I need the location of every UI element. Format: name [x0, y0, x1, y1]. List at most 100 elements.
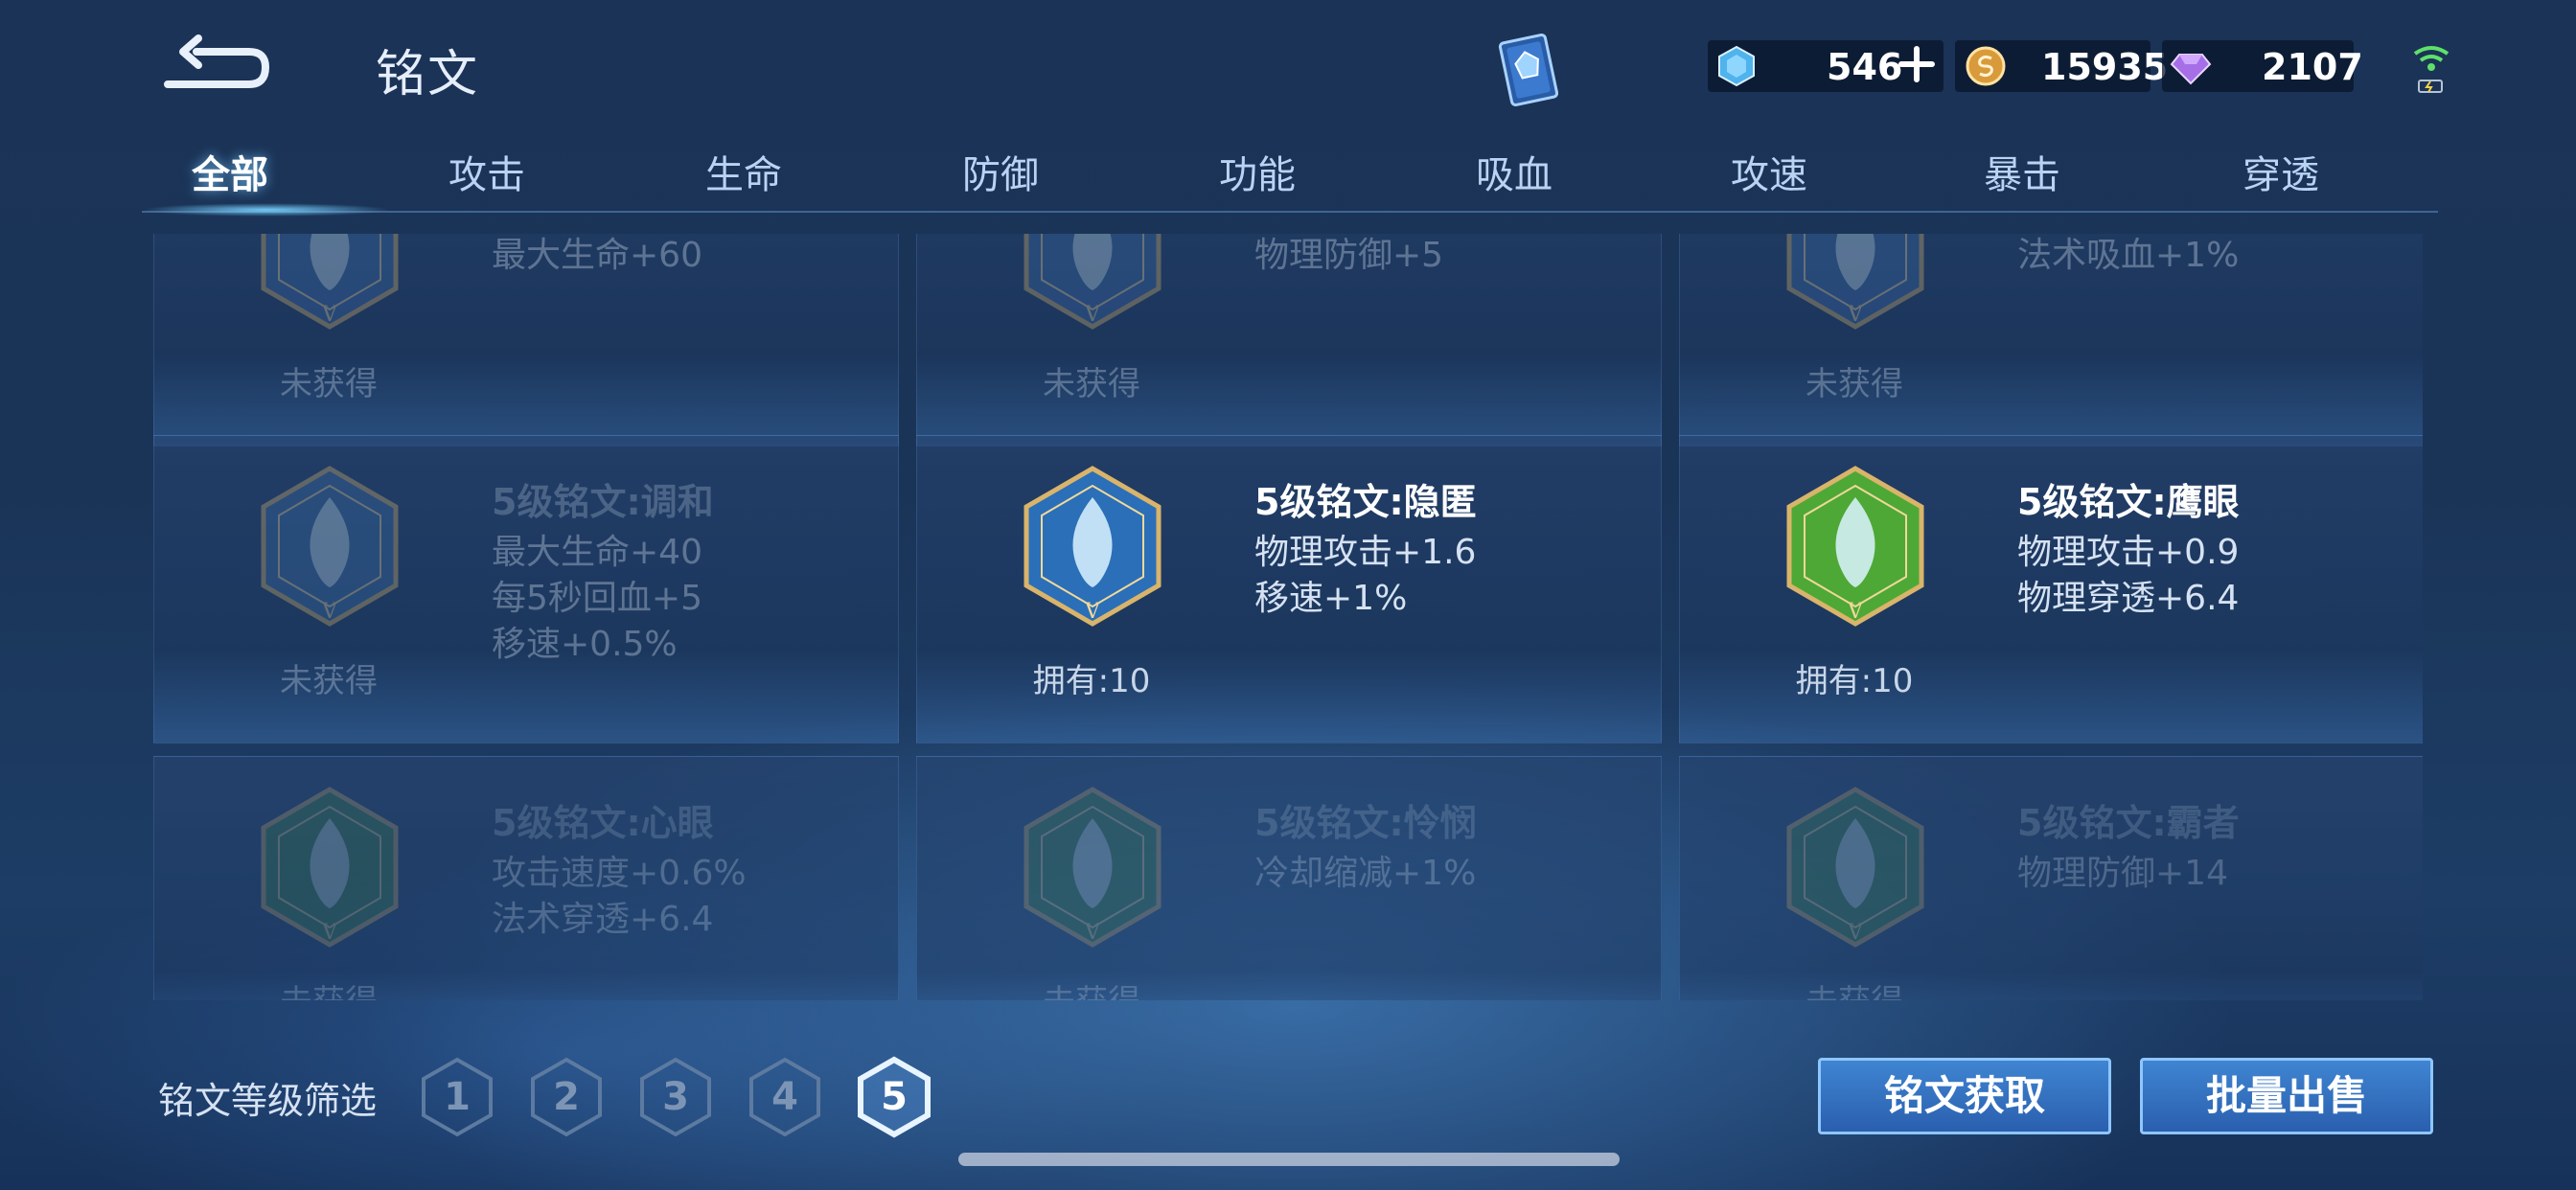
inscription-stat: 最大生命+40 — [492, 533, 702, 572]
level-filter-number: 3 — [662, 1075, 689, 1119]
category-tabs: 全部 攻击 生命 防御 功能 吸血 攻速 暴击 穿透 — [153, 144, 2453, 220]
gold-coin-icon — [1965, 45, 2007, 87]
inscription-owned-count: 未获得 — [1043, 365, 1140, 403]
inscription-card-content: V 法术吸血+1% 未获得 — [1680, 234, 2423, 446]
svg-text:V: V — [321, 303, 338, 327]
level-filter-4[interactable]: 4 — [748, 1056, 822, 1138]
diamond-balance[interactable]: 546 — [1708, 40, 1944, 92]
purple-gem-icon — [2170, 45, 2212, 87]
inscription-card-content: V 5级铭文:怜悯冷却缩减+1% 未获得 — [917, 757, 1661, 1000]
inscription-card-content: V 5级铭文:心眼攻击速度+0.6% 法术穿透+6.4 未获得 — [154, 757, 898, 1000]
inscription-card[interactable]: V 5级铭文:怜悯冷却缩减+1% 未获得 — [916, 756, 1662, 1000]
inscription-book-icon[interactable] — [1490, 29, 1567, 111]
gold-value: 15935 — [2041, 46, 2169, 88]
inscription-card-content: V 物理防御+5 未获得 — [917, 234, 1661, 446]
inscription-emblem-icon: V — [258, 786, 402, 949]
inscription-emblem-icon: V — [258, 465, 402, 628]
svg-text:V: V — [1847, 600, 1864, 624]
obtain-inscription-button[interactable]: 铭文获取 — [1818, 1058, 2111, 1134]
batch-sell-button[interactable]: 批量出售 — [2140, 1058, 2433, 1134]
page-title: 铭文 — [376, 46, 480, 103]
inscription-emblem-icon: V — [1783, 234, 1927, 331]
inscription-card[interactable]: V 5级铭文:心眼攻击速度+0.6% 法术穿透+6.4 未获得 — [153, 756, 899, 1000]
inscription-emblem-icon: V — [1783, 786, 1927, 949]
inscription-emblem-icon: V — [1021, 786, 1164, 949]
inscription-card[interactable]: V 5级铭文:调和 最大生命+40 每5秒回血+5 移速+0.5% 未获得 — [153, 435, 899, 744]
level-filter-3[interactable]: 3 — [638, 1056, 713, 1138]
tab-all[interactable]: 全部 — [153, 144, 307, 199]
level-filter-label: 铭文等级筛选 — [158, 1080, 378, 1122]
tab-defense[interactable]: 防御 — [924, 144, 1077, 199]
level-filter-5[interactable]: 5 — [857, 1056, 932, 1138]
inscription-card[interactable]: V 5级铭文:霸者物理防御+14 未获得 — [1679, 756, 2423, 1000]
svg-text:V: V — [1847, 921, 1864, 945]
inscription-stat: 移速+1% — [1254, 579, 1408, 618]
wifi-status-icon — [2407, 40, 2455, 98]
svg-text:V: V — [1084, 303, 1101, 327]
inscription-card[interactable]: V 物理防御+5 未获得 — [916, 234, 1662, 446]
inscription-stat: 最大生命+60 — [492, 236, 702, 275]
tab-attack-speed[interactable]: 攻速 — [1692, 144, 1846, 199]
inscription-card[interactable]: V 5级铭文:鹰眼 物理攻击+0.9 物理穿透+6.4 拥有:10 — [1679, 435, 2423, 744]
back-button[interactable] — [158, 29, 273, 96]
inscription-owned-count: 未获得 — [917, 975, 1266, 1000]
home-indicator[interactable] — [958, 1153, 1620, 1166]
inscription-emblem-icon: V — [1783, 465, 1927, 628]
inscription-stat: 冷却缩减+1% — [1254, 854, 1477, 893]
inscription-owned-count: 未获得 — [280, 365, 378, 403]
gem-value: 2107 — [2262, 46, 2363, 88]
inscription-stat: 移速+0.5% — [492, 625, 678, 664]
tab-attack[interactable]: 攻击 — [410, 144, 564, 199]
inscription-owned-count: 拥有:10 — [1032, 662, 1151, 700]
svg-text:V: V — [1847, 303, 1864, 327]
inscription-card-content: V 5级铭文:霸者物理防御+14 未获得 — [1680, 757, 2423, 1000]
inscription-emblem-icon: V — [1021, 465, 1164, 628]
inscription-card-content: V 最大生命+60 未获得 — [154, 234, 898, 446]
svg-text:V: V — [321, 600, 338, 624]
tab-penetration[interactable]: 穿透 — [2204, 144, 2358, 199]
inscription-stat: 物理防御+14 — [2017, 854, 2228, 893]
inscription-card[interactable]: V 最大生命+60 未获得 — [153, 234, 899, 446]
inscription-grid: V 最大生命+60 未获得 V 物理防御+5 未获得 V 法术吸血+1% 未获得 V 5级铭文:调和… — [153, 234, 2423, 1000]
inscription-stat: 物理防御+5 — [1254, 236, 1444, 275]
level-filter-1[interactable]: 1 — [420, 1056, 494, 1138]
back-arrow-icon — [164, 34, 270, 88]
svg-text:V: V — [1084, 921, 1101, 945]
level-filter-number: 2 — [553, 1075, 580, 1119]
svg-text:V: V — [321, 921, 338, 945]
diamond-value: 546 — [1827, 46, 1903, 88]
tab-crit[interactable]: 暴击 — [1945, 144, 2099, 199]
inscription-stat: 法术穿透+6.4 — [492, 900, 714, 939]
inscription-name: 5级铭文:心眼 — [492, 802, 714, 844]
inscription-stat: 攻击速度+0.6% — [492, 854, 747, 893]
gold-balance: 15935 — [1955, 40, 2168, 92]
inscription-owned-count: 未获得 — [1680, 975, 2029, 1000]
inscription-owned-count: 未获得 — [154, 975, 503, 1000]
gem-balance: 2107 — [2162, 40, 2363, 92]
plus-icon[interactable] — [1896, 43, 1938, 85]
inscription-name: 5级铭文:怜悯 — [1254, 802, 1477, 844]
inscription-owned-count: 未获得 — [1806, 365, 1903, 403]
inscription-emblem-icon: V — [258, 234, 402, 331]
inscription-owned-count: 拥有:10 — [1795, 662, 1914, 700]
inscription-card-content: V 5级铭文:鹰眼 物理攻击+0.9 物理穿透+6.4 拥有:10 — [1680, 436, 2423, 743]
inscription-card[interactable]: V 法术吸血+1% 未获得 — [1679, 234, 2423, 446]
inscription-stat: 法术吸血+1% — [2017, 236, 2240, 275]
level-filter-2[interactable]: 2 — [529, 1056, 604, 1138]
inscription-card-content: V 5级铭文:调和 最大生命+40 每5秒回血+5 移速+0.5% 未获得 — [154, 436, 898, 743]
tab-utility[interactable]: 功能 — [1181, 144, 1334, 199]
diamond-icon — [1715, 45, 1758, 87]
inscription-owned-count: 未获得 — [280, 662, 378, 700]
inscription-name: 5级铭文:隐匿 — [1254, 481, 1477, 523]
level-filter-number: 4 — [771, 1075, 798, 1119]
inscription-name: 5级铭文:调和 — [492, 481, 714, 523]
inscription-name: 5级铭文:霸者 — [2017, 802, 2240, 844]
inscription-name: 5级铭文:鹰眼 — [2017, 481, 2240, 523]
inscription-card[interactable]: V 5级铭文:隐匿 物理攻击+1.6 移速+1% 拥有:10 — [916, 435, 1662, 744]
svg-text:V: V — [1084, 600, 1101, 624]
tab-health[interactable]: 生命 — [667, 144, 820, 199]
level-filter-number: 5 — [881, 1075, 908, 1119]
inscription-stat: 每5秒回血+5 — [492, 579, 702, 618]
inscription-stat: 物理穿透+6.4 — [2017, 579, 2240, 618]
tab-lifesteal[interactable]: 吸血 — [1438, 144, 1591, 199]
